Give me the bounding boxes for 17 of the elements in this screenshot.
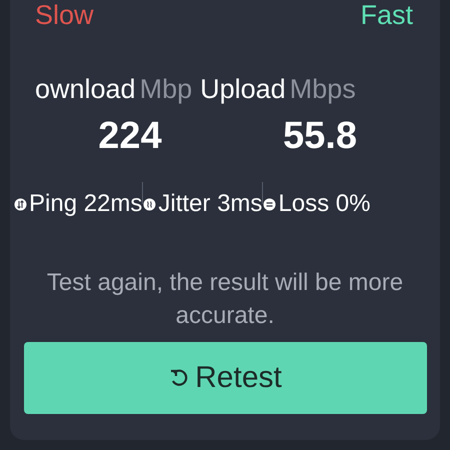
jitter-icon (143, 198, 156, 210)
metric-text: Jitter 3ms (158, 190, 262, 218)
unit-label: Mbp (140, 74, 192, 105)
speed-value: 55.8 (283, 115, 357, 158)
metric-text: Loss 0% (278, 190, 370, 218)
speed-label: Upload (200, 74, 286, 105)
retest-button[interactable]: Retest (24, 342, 427, 414)
ping-icon (14, 198, 27, 210)
hint-text: Test again, the result will be more accurate. (46, 268, 404, 331)
fast-label: Fast (360, 0, 413, 30)
loss-icon (263, 198, 276, 210)
speed-value: 224 (98, 115, 162, 158)
refresh-icon (169, 368, 190, 388)
unit-label: Mbps (290, 74, 356, 105)
slow-label: Slow (35, 0, 94, 30)
metric-text: Ping 22ms (29, 190, 142, 218)
speed-label: ownload (35, 74, 136, 105)
